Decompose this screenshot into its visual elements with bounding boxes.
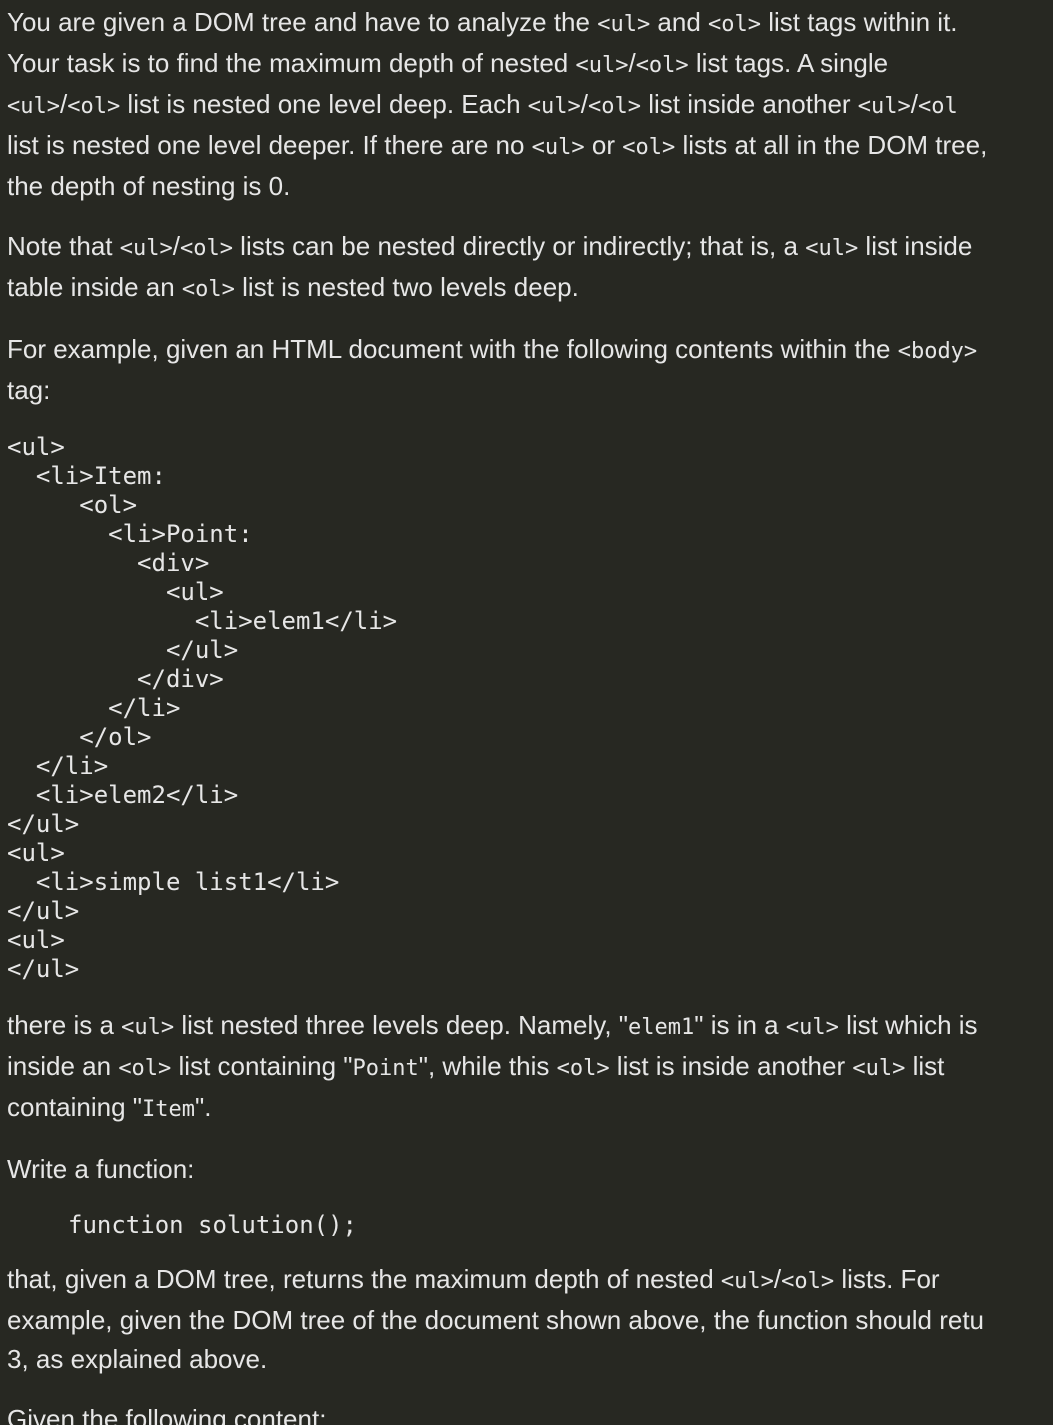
ol-tag: <ol> <box>181 277 235 302</box>
text: table inside an <box>7 272 182 302</box>
text: / <box>910 89 919 119</box>
returns-line-3: 3, as explained above. <box>7 1344 268 1374</box>
ul-tag: <ul> <box>857 94 911 119</box>
text: inside an <box>7 1051 119 1081</box>
ul-tag: <ul> <box>527 94 581 119</box>
returns-line-1: that, given a DOM tree, returns the maxi… <box>7 1260 1053 1301</box>
intro-line-3: <ul>/<ol> list is nested one level deep.… <box>7 85 1053 126</box>
write-function-text: Write a function: <box>7 1154 195 1184</box>
intro-line-5: the depth of nesting is 0. <box>7 171 291 201</box>
ul-tag: <ul> <box>805 236 859 261</box>
ol-tag: <ol> <box>67 94 121 119</box>
text: lists at all in the DOM tree, <box>675 130 988 160</box>
text: / <box>172 231 180 261</box>
text: lists. For <box>834 1264 940 1294</box>
html-code-example: <ul> <li>Item: <ol> <li>Point: <div> <ul… <box>7 433 398 983</box>
text: / <box>628 48 636 78</box>
ol-tag: <ol> <box>118 1056 172 1081</box>
example-intro-paragraph: For example, given an HTML document with… <box>7 330 1053 410</box>
text: Note that <box>7 231 120 261</box>
note-line-1: Note that <ul>/<ol> lists can be nested … <box>7 227 1053 268</box>
ul-tag: <ul> <box>575 53 629 78</box>
text: ". <box>194 1092 212 1122</box>
ol-tag: <ol <box>918 94 958 119</box>
ol-tag: <ol> <box>708 12 761 37</box>
text: list nested three levels deep. Namely, " <box>174 1010 629 1040</box>
text: " is in a <box>694 1010 786 1040</box>
ul-tag: <ul> <box>785 1015 839 1040</box>
body-tag: <body> <box>897 339 978 364</box>
intro-line-1: You are given a DOM tree and have to ana… <box>7 3 1053 44</box>
ol-tag: <ol> <box>588 94 641 119</box>
text: there is a <box>7 1010 122 1040</box>
text: list is nested one level deeper. If ther… <box>7 130 532 160</box>
example-intro-line-2: tag: <box>7 375 51 405</box>
returns-paragraph: that, given a DOM tree, returns the maxi… <box>7 1260 1053 1379</box>
text: list is nested two levels deep. <box>234 272 579 302</box>
text: list containing " <box>171 1051 353 1081</box>
text: list is nested one level deep. Each <box>120 89 528 119</box>
ol-tag: <ol> <box>781 1269 835 1294</box>
explanation-line-3: containing "Item". <box>7 1088 1053 1129</box>
text: Your task is to find the maximum depth o… <box>7 48 576 78</box>
text: list <box>905 1051 945 1081</box>
intro-line-4: list is nested one level deeper. If ther… <box>7 126 1053 167</box>
text: that, given a DOM tree, returns the maxi… <box>7 1264 721 1294</box>
text: list inside <box>858 231 973 261</box>
text: list tags. A single <box>688 48 889 78</box>
ul-tag: <ul> <box>720 1269 774 1294</box>
elem1-code: elem1 <box>628 1015 695 1040</box>
ul-tag: <ul> <box>852 1056 906 1081</box>
text: ", while this <box>418 1051 557 1081</box>
intro-paragraph: You are given a DOM tree and have to ana… <box>7 3 1053 206</box>
explanation-paragraph: there is a <ul> list nested three levels… <box>7 1006 1053 1129</box>
text: lists can be nested directly or indirect… <box>232 231 806 261</box>
note-line-2: table inside an <ol> list is nested two … <box>7 268 1053 309</box>
text: / <box>580 89 589 119</box>
item-code: Item <box>142 1097 195 1122</box>
given-content-text: Given the following content: <box>7 1404 327 1425</box>
ul-tag: <ul> <box>531 135 585 160</box>
explanation-line-2: inside an <ol> list containing "Point", … <box>7 1047 1053 1088</box>
note-paragraph: Note that <ul>/<ol> lists can be nested … <box>7 227 1053 309</box>
text: list is inside another <box>609 1051 853 1081</box>
returns-line-2: example, given the DOM tree of the docum… <box>7 1305 985 1335</box>
text: and <box>650 7 709 37</box>
point-code: Point <box>352 1056 419 1081</box>
text: list inside another <box>641 89 858 119</box>
ul-tag: <ul> <box>119 236 173 261</box>
text: You are given a DOM tree and have to ana… <box>7 7 598 37</box>
explanation-line-1: there is a <ul> list nested three levels… <box>7 1006 1053 1047</box>
ul-tag: <ul> <box>121 1015 175 1040</box>
ol-tag: <ol> <box>622 135 676 160</box>
intro-line-2: Your task is to find the maximum depth o… <box>7 44 1053 85</box>
ul-tag: <ul> <box>7 94 60 119</box>
ol-tag: <ol> <box>179 236 233 261</box>
text: For example, given an HTML document with… <box>7 334 898 364</box>
function-signature: function solution(); <box>68 1211 357 1239</box>
ol-tag: <ol> <box>635 53 689 78</box>
ul-tag: <ul> <box>597 12 651 37</box>
problem-statement: You are given a DOM tree and have to ana… <box>0 0 1053 1425</box>
ol-tag: <ol> <box>556 1056 610 1081</box>
text: list which is <box>838 1010 978 1040</box>
example-intro-line-1: For example, given an HTML document with… <box>7 330 1053 371</box>
text: containing " <box>7 1092 142 1122</box>
text: list tags within it. <box>761 7 958 37</box>
text: or <box>584 130 623 160</box>
